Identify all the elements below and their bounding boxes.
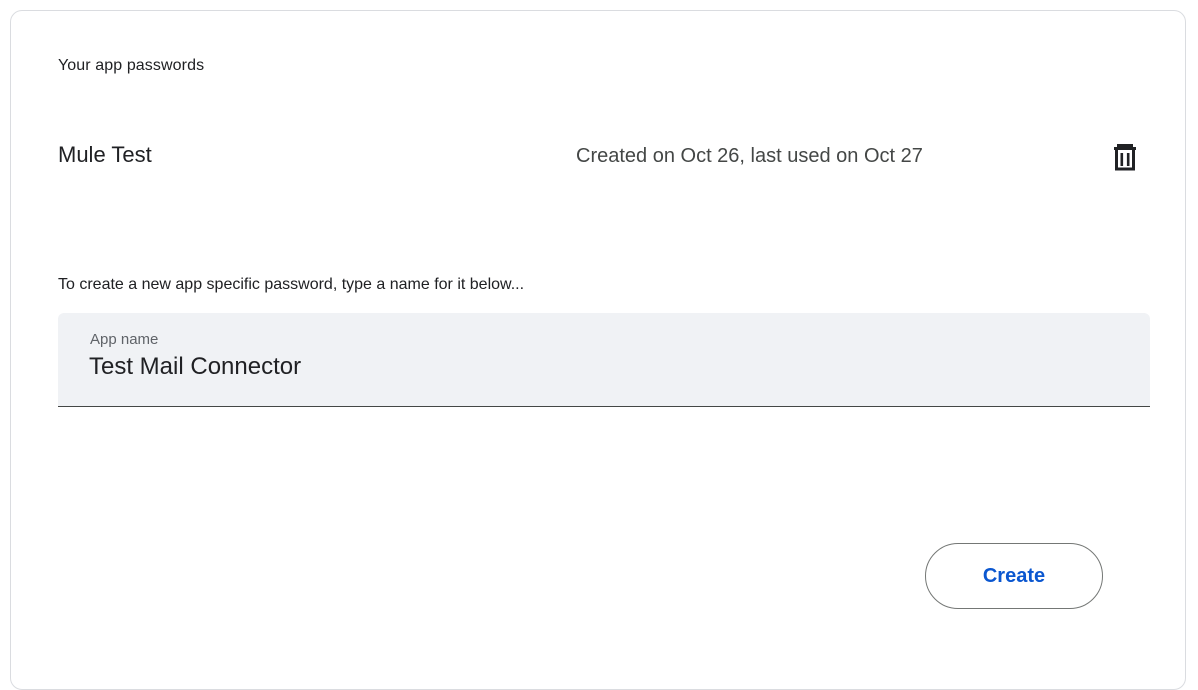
password-name: Mule Test: [58, 142, 152, 167]
password-meta: Created on Oct 26, last used on Oct 27: [576, 145, 923, 167]
app-passwords-card: Your app passwords Mule Test Created on …: [10, 10, 1186, 690]
section-title: Your app passwords: [58, 57, 205, 74]
trash-icon: [1114, 144, 1136, 171]
create-instruction: To create a new app specific password, t…: [58, 276, 525, 293]
app-name-label: App name: [90, 331, 159, 348]
app-name-input[interactable]: [89, 353, 1089, 381]
create-button[interactable]: Create: [925, 543, 1103, 609]
app-name-field[interactable]: App name: [58, 313, 1150, 407]
delete-password-button[interactable]: [1105, 137, 1145, 177]
